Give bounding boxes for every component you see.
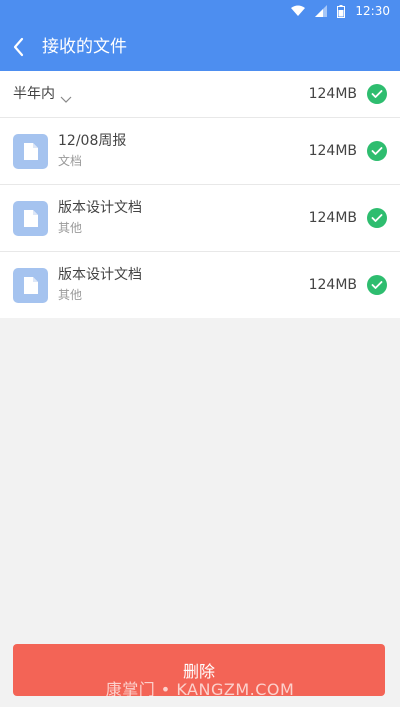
battery-icon <box>337 4 346 18</box>
total-size: 124MB <box>308 86 357 102</box>
nav-bar: 接收的文件 <box>0 24 400 71</box>
back-button[interactable] <box>10 35 32 59</box>
file-list: 半年内 124MB 12/08周报 文档 124MB 版本设计文档 其他 124… <box>0 71 400 318</box>
time-filter-row[interactable]: 半年内 124MB <box>0 71 400 118</box>
document-icon <box>13 201 48 236</box>
file-name: 版本设计文档 <box>58 200 142 216</box>
chevron-down-icon[interactable] <box>60 89 72 108</box>
check-icon[interactable] <box>367 275 387 295</box>
page-title: 接收的文件 <box>42 37 127 57</box>
check-icon[interactable] <box>367 208 387 228</box>
status-time: 12:30 <box>355 4 390 18</box>
file-type: 其他 <box>58 288 83 302</box>
file-row[interactable]: 版本设计文档 其他 124MB <box>0 252 400 318</box>
delete-button[interactable]: 删除 <box>13 644 385 696</box>
file-size: 124MB <box>308 143 357 159</box>
file-name: 12/08周报 <box>58 133 127 149</box>
chevron-left-icon <box>13 37 24 57</box>
document-icon <box>13 134 48 169</box>
file-type: 文档 <box>58 154 83 168</box>
file-size: 124MB <box>308 210 357 226</box>
signal-icon <box>315 5 328 17</box>
file-size: 124MB <box>308 277 357 293</box>
document-icon <box>13 268 48 303</box>
check-icon[interactable] <box>367 141 387 161</box>
select-all-check-icon[interactable] <box>367 84 387 104</box>
file-name: 版本设计文档 <box>58 267 142 283</box>
file-type: 其他 <box>58 221 83 235</box>
file-row[interactable]: 12/08周报 文档 124MB <box>0 118 400 185</box>
file-row[interactable]: 版本设计文档 其他 124MB <box>0 185 400 252</box>
time-filter-label[interactable]: 半年内 <box>13 84 55 104</box>
status-bar: 12:30 <box>0 0 400 24</box>
wifi-icon <box>291 5 306 17</box>
